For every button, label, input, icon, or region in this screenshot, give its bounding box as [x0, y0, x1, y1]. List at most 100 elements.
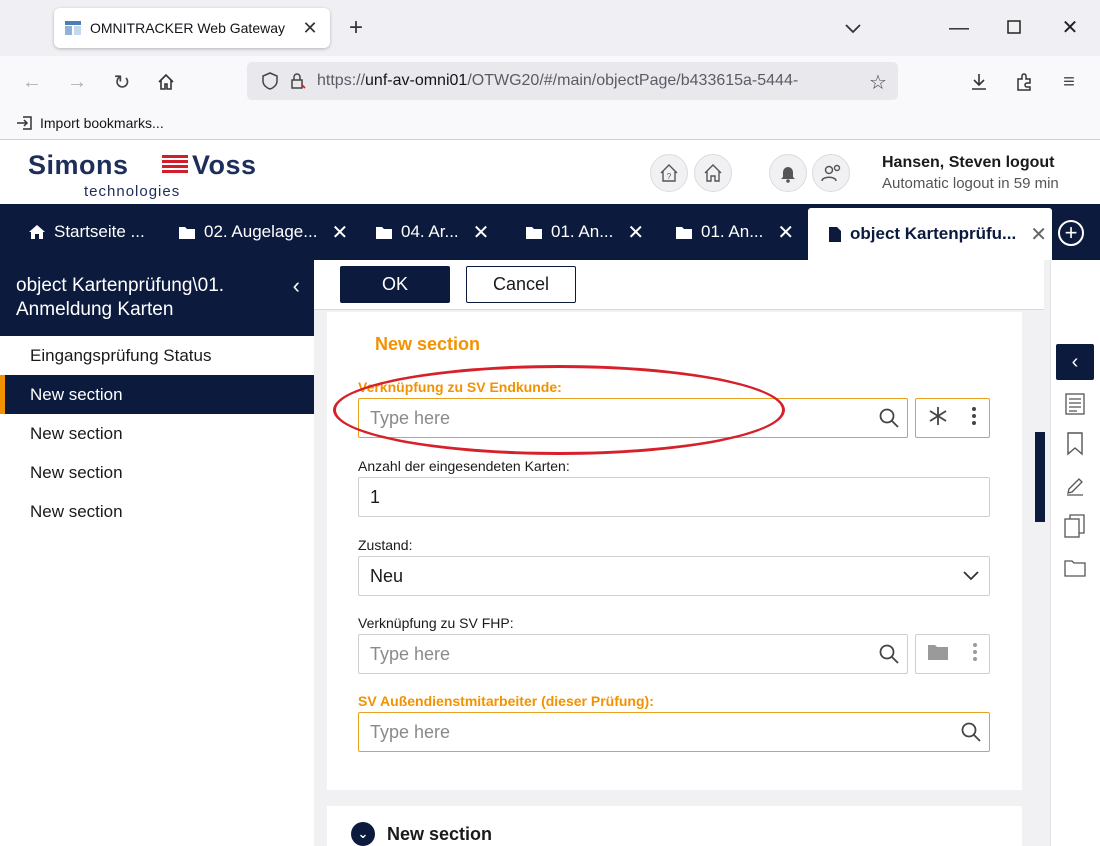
tab-object-kartenpruefung[interactable]: object Kartenprüfu... ✕ [808, 208, 1052, 260]
sidebar-item-new-section[interactable]: New section [0, 414, 314, 453]
left-navigation-panel: object Kartenprüfung\01. Anmeldung Karte… [0, 260, 314, 846]
search-icon[interactable] [871, 407, 907, 429]
close-tab-icon[interactable]: ✕ [627, 220, 644, 245]
asterisk-icon[interactable] [928, 406, 948, 431]
main-form-area: OK Cancel New section Verknüpfung zu SV … [314, 260, 1050, 846]
cancel-button[interactable]: Cancel [466, 266, 576, 303]
user-info: Hansen, Steven logout Automatic logout i… [882, 154, 1059, 192]
sv-fhp-label: Verknüpfung zu SV FHP: [358, 615, 514, 631]
form-toolbar: OK Cancel [314, 260, 1044, 310]
svg-text:?: ? [667, 172, 672, 181]
extensions-icon[interactable] [1010, 68, 1038, 96]
sv-endkunde-label: Verknüpfung zu SV Endkunde: [358, 379, 562, 395]
tab-an-2[interactable]: 01. An... ✕ [675, 204, 794, 260]
left-panel-header: object Kartenprüfung\01. Anmeldung Karte… [0, 260, 314, 336]
import-icon [16, 114, 34, 132]
anzahl-karten-input[interactable]: 1 [358, 477, 990, 517]
url-path: /OTWG20/#/main/objectPage/b433615a-5444- [467, 72, 799, 89]
tab-list-chevron-icon[interactable] [838, 14, 868, 42]
more-vertical-icon[interactable] [971, 406, 977, 431]
shield-icon [261, 72, 279, 90]
app-header: Simons Voss technologies ? Hansen, Steve… [0, 140, 1100, 204]
sv-aussendienst-input[interactable]: Type here [358, 712, 990, 752]
collapse-panel-chevron-icon[interactable]: ‹ [293, 274, 300, 298]
browser-tab-strip: OMNITRACKER Web Gateway ✕ + — ✕ [0, 0, 1100, 56]
simonsvoss-logo: Simons Voss technologies [28, 150, 257, 200]
next-section-title: New section [387, 823, 493, 844]
zustand-select[interactable]: Neu [358, 556, 990, 596]
browser-tab[interactable]: OMNITRACKER Web Gateway ✕ [54, 8, 330, 48]
copy-icon[interactable] [1063, 514, 1087, 538]
more-vertical-icon[interactable] [972, 642, 978, 667]
sidebar-item-new-section[interactable]: New section [0, 492, 314, 531]
maximize-icon[interactable] [999, 14, 1029, 42]
sv-aussendienst-placeholder: Type here [370, 721, 451, 742]
notifications-bell-icon[interactable] [769, 154, 807, 192]
close-tab-icon[interactable]: ✕ [777, 220, 794, 245]
tab-label: Startseite ... [54, 222, 145, 241]
sidebar-item-new-section[interactable]: New section [0, 453, 314, 492]
search-icon[interactable] [871, 643, 907, 665]
folder-icon[interactable] [1063, 556, 1087, 580]
next-section-card: ⌄ New section [327, 806, 1022, 846]
next-section-header[interactable]: ⌄ New section [351, 822, 492, 846]
ok-button[interactable]: OK [340, 266, 450, 303]
sv-fhp-placeholder: Type here [370, 643, 451, 664]
back-icon[interactable]: ← [18, 68, 46, 96]
close-window-icon[interactable]: ✕ [1055, 14, 1085, 42]
bookmark-icon[interactable] [1063, 432, 1087, 456]
tab-an-1[interactable]: 01. An... ✕ [525, 204, 644, 260]
url-host: unf-av-omni01 [365, 72, 468, 89]
home-icon[interactable] [694, 154, 732, 192]
tab-startseite[interactable]: Startseite ... [28, 204, 145, 260]
scrollbar-thumb[interactable] [1035, 432, 1045, 522]
sv-fhp-actions [915, 634, 990, 674]
folder-icon [525, 225, 543, 240]
sv-fhp-input[interactable]: Type here [358, 634, 908, 674]
tab-label: object Kartenprüfu... [850, 224, 1017, 243]
close-tab-icon[interactable]: ✕ [300, 18, 320, 39]
expand-rail-chevron-icon[interactable]: ‹ [1056, 344, 1094, 380]
close-tab-icon[interactable]: ✕ [1030, 222, 1047, 247]
sidebar-item-eingangspruefung[interactable]: Eingangsprüfung Status [0, 336, 314, 375]
document-icon [828, 226, 842, 243]
logout-link[interactable]: logout [1006, 154, 1055, 171]
home-with-question-icon[interactable]: ? [650, 154, 688, 192]
url-bar[interactable]: https://unf-av-omni01/OTWG20/#/main/obje… [247, 62, 898, 100]
right-tool-rail: ‹ [1050, 260, 1100, 846]
auto-logout-text: Automatic logout in 59 min [882, 175, 1059, 192]
reload-icon[interactable]: ↻ [108, 68, 136, 96]
home-icon[interactable] [152, 68, 180, 96]
chevron-down-circle-icon[interactable]: ⌄ [351, 822, 375, 846]
user-settings-icon[interactable] [812, 154, 850, 192]
notes-icon[interactable] [1063, 392, 1087, 416]
edit-pencil-icon[interactable] [1063, 474, 1087, 498]
new-tab-button[interactable]: + [342, 14, 370, 42]
minimize-icon[interactable]: — [944, 14, 974, 42]
bookmark-star-icon[interactable]: ☆ [864, 68, 892, 96]
lock-icon [289, 72, 307, 90]
form-section-card: New section Verknüpfung zu SV Endkunde: … [327, 312, 1022, 790]
tab-label: 01. An... [701, 222, 764, 241]
import-bookmarks-link[interactable]: Import bookmarks... [40, 115, 164, 131]
downloads-icon[interactable] [965, 68, 993, 96]
folder-icon [178, 225, 196, 240]
forward-icon[interactable]: → [63, 68, 91, 96]
menu-icon[interactable]: ≡ [1055, 68, 1083, 96]
sv-endkunde-input[interactable]: Type here [358, 398, 908, 438]
sv-aussendienst-label: SV Außendienstmitarbeiter (dieser Prüfun… [358, 693, 654, 709]
sv-endkunde-placeholder: Type here [370, 407, 451, 428]
sidebar-item-new-section-active[interactable]: New section [0, 375, 314, 414]
add-tab-icon[interactable]: + [1058, 220, 1084, 246]
close-tab-icon[interactable]: ✕ [331, 220, 348, 245]
browser-tab-title: OMNITRACKER Web Gateway [90, 20, 286, 36]
chevron-down-icon [953, 571, 989, 581]
home-icon [28, 224, 46, 240]
tab-augelage[interactable]: 02. Augelage... ✕ [178, 204, 348, 260]
folder-icon[interactable] [927, 643, 949, 666]
sv-endkunde-actions [915, 398, 990, 438]
close-tab-icon[interactable]: ✕ [473, 220, 490, 245]
search-icon[interactable] [953, 721, 989, 743]
tab-ar[interactable]: 04. Ar... ✕ [375, 204, 489, 260]
omnitracker-favicon-icon [64, 19, 82, 37]
